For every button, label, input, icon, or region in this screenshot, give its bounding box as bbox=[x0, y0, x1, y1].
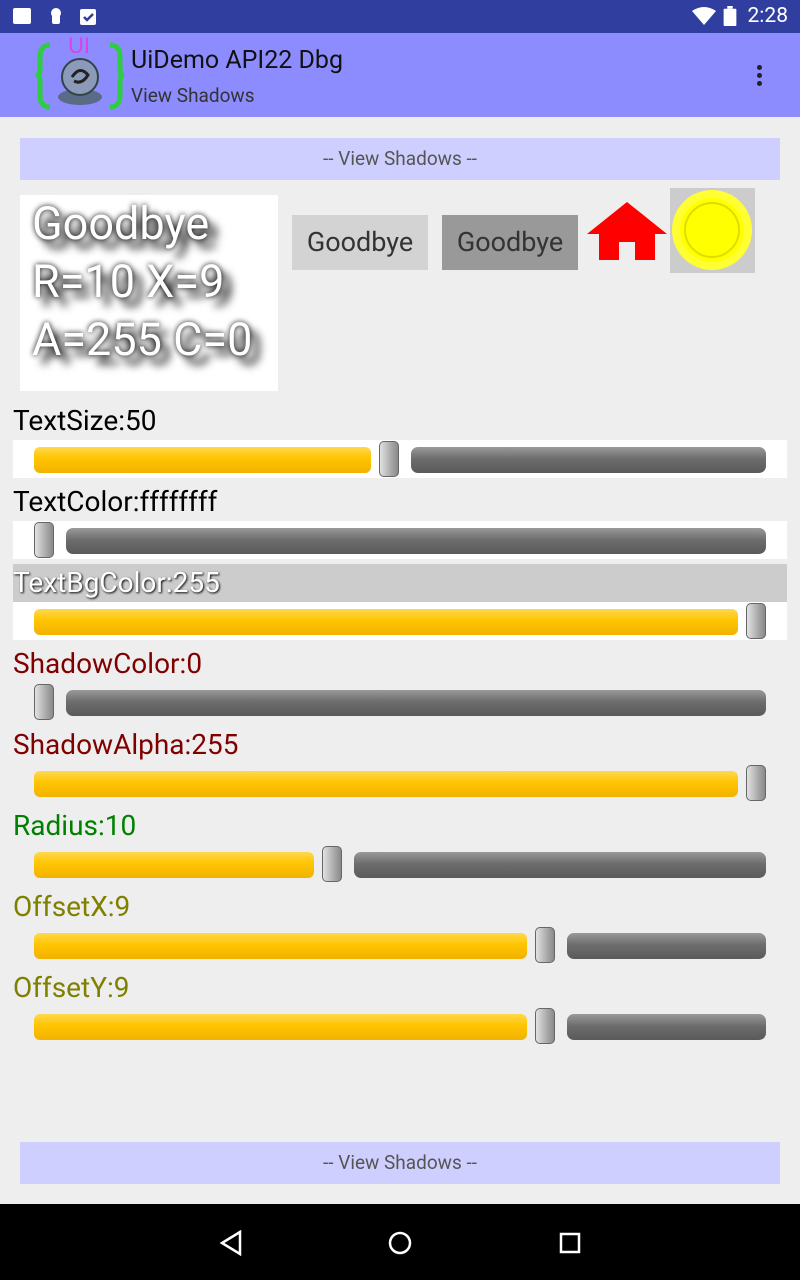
preview-line-2: R=10 X=9 bbox=[32, 255, 225, 308]
home-icon[interactable] bbox=[585, 200, 669, 262]
home-nav-icon[interactable] bbox=[387, 1230, 413, 1256]
goodbye-button-light[interactable]: Goodbye bbox=[292, 215, 428, 270]
top-banner: -- View Shadows -- bbox=[20, 138, 780, 180]
control-label: Radius:10 bbox=[13, 809, 137, 842]
seekbar-progress bbox=[34, 447, 372, 473]
seekbar-thumb[interactable] bbox=[34, 684, 54, 720]
seekbar-track bbox=[566, 933, 766, 959]
circle-image-frame[interactable] bbox=[670, 188, 755, 273]
seekbar[interactable] bbox=[13, 440, 787, 478]
seekbar-track bbox=[66, 690, 766, 716]
back-icon[interactable] bbox=[218, 1230, 244, 1256]
seekbar[interactable] bbox=[13, 683, 787, 721]
seekbar-track bbox=[66, 528, 766, 554]
seekbar[interactable] bbox=[13, 521, 787, 559]
seekbar[interactable] bbox=[13, 602, 787, 640]
action-bar: UI UiDemo API22 Dbg View Shadows bbox=[0, 33, 800, 117]
clipboard-check-icon bbox=[80, 9, 96, 25]
app-logo-icon: UI bbox=[36, 35, 124, 110]
seekbar-thumb[interactable] bbox=[322, 846, 343, 882]
recents-icon[interactable] bbox=[558, 1231, 582, 1255]
control-label: OffsetX:9 bbox=[13, 890, 131, 923]
seekbar-thumb[interactable] bbox=[746, 765, 766, 801]
control-label: ShadowColor:0 bbox=[13, 647, 203, 680]
control-label: OffsetY:9 bbox=[13, 971, 130, 1004]
seekbar-thumb[interactable] bbox=[534, 1008, 555, 1044]
app-subtitle: View Shadows bbox=[131, 84, 255, 107]
clock: 2:28 bbox=[747, 4, 789, 28]
wifi-icon bbox=[692, 7, 716, 25]
seekbar-track bbox=[354, 852, 766, 878]
bottom-banner: -- View Shadows -- bbox=[20, 1142, 780, 1184]
control-label: TextColor:ffffffff bbox=[13, 485, 218, 518]
seekbar-thumb[interactable] bbox=[746, 603, 766, 639]
status-bar: 2:28 bbox=[0, 0, 800, 33]
app-title: UiDemo API22 Dbg bbox=[131, 46, 343, 75]
seekbar[interactable] bbox=[13, 926, 787, 964]
goodbye-button-dark[interactable]: Goodbye bbox=[442, 215, 578, 270]
android-debug-icon bbox=[51, 8, 61, 24]
seekbar-progress bbox=[34, 1014, 527, 1040]
seekbar[interactable] bbox=[13, 845, 787, 883]
seekbar-progress bbox=[34, 609, 738, 635]
seekbar-track bbox=[566, 1014, 766, 1040]
seekbar-progress bbox=[34, 852, 315, 878]
seekbar-track bbox=[411, 447, 766, 473]
seekbar-thumb[interactable] bbox=[534, 927, 555, 963]
notification-image-icon bbox=[13, 8, 31, 24]
overflow-menu-icon[interactable] bbox=[756, 65, 764, 89]
seekbar[interactable] bbox=[13, 764, 787, 802]
preview-line-3: A=255 C=0 bbox=[32, 313, 253, 366]
yellow-circle-icon bbox=[672, 190, 752, 270]
battery-icon bbox=[723, 6, 737, 26]
seekbar-thumb[interactable] bbox=[34, 522, 54, 558]
preview-line-1: Goodbye bbox=[32, 197, 210, 250]
seekbar-progress bbox=[34, 771, 738, 797]
seekbar-thumb[interactable] bbox=[379, 441, 400, 477]
seekbar[interactable] bbox=[13, 1007, 787, 1045]
navigation-bar bbox=[0, 1204, 800, 1280]
shadow-text-preview: Goodbye R=10 X=9 A=255 C=0 bbox=[20, 195, 278, 391]
control-label: ShadowAlpha:255 bbox=[13, 728, 239, 761]
seekbar-progress bbox=[34, 933, 527, 959]
control-label: TextBgColor:255 bbox=[13, 564, 787, 602]
logo-text: UI bbox=[68, 35, 90, 58]
control-label: TextSize:50 bbox=[13, 404, 157, 437]
